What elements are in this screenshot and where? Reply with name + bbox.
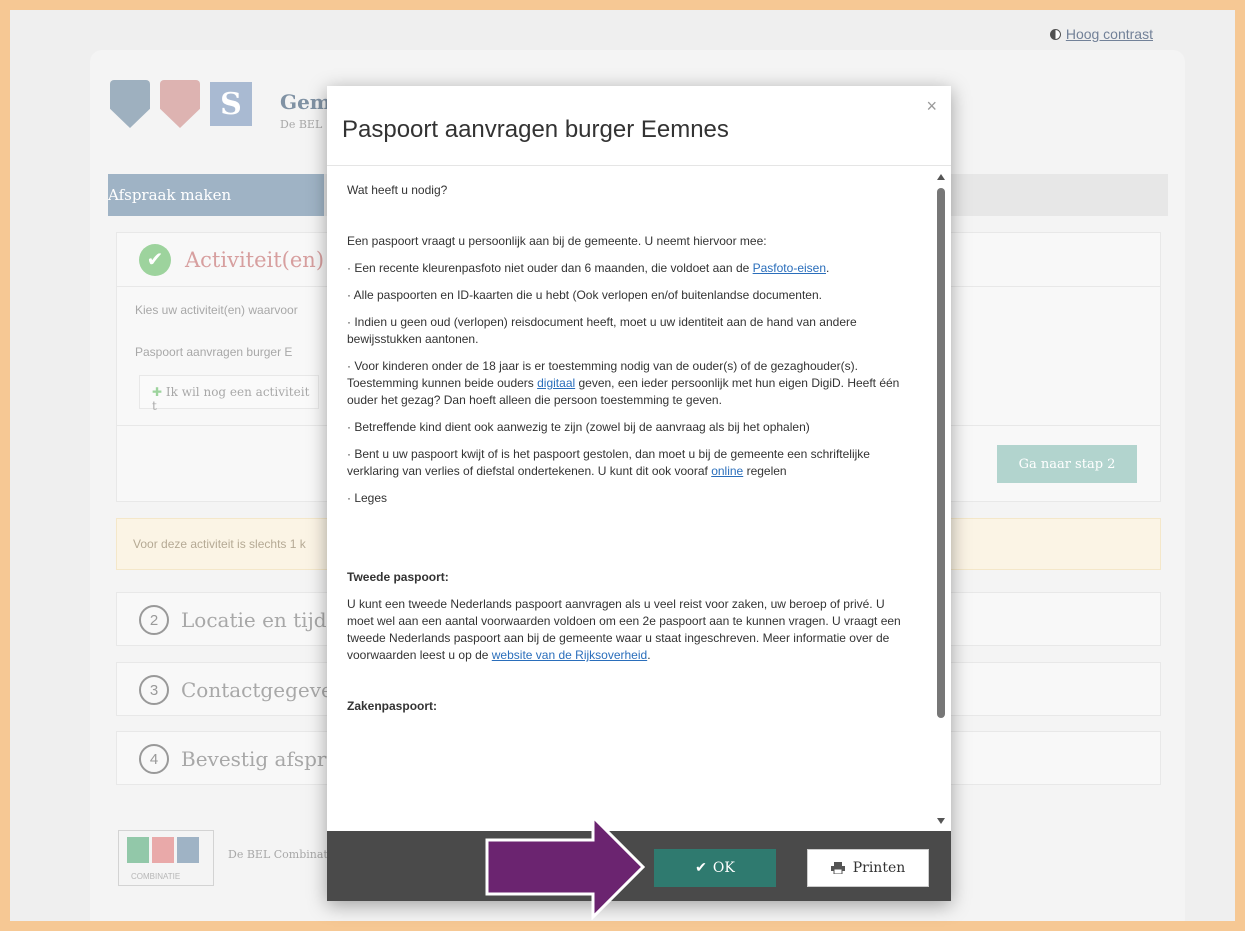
- requirement-item: · Bent u uw paspoort kwijt of is het pas…: [347, 447, 870, 478]
- requirement-item: · Indien u geen oud (verlopen) reisdocum…: [347, 315, 857, 346]
- info-modal: Paspoort aanvragen burger Eemnes × Wat h…: [327, 86, 951, 901]
- online-link[interactable]: online: [711, 464, 743, 478]
- requirement-item: · Een recente kleurenpasfoto niet ouder …: [347, 261, 830, 275]
- scroll-thumb[interactable]: [937, 188, 945, 718]
- rijksoverheid-link[interactable]: website van de Rijksoverheid: [492, 648, 647, 662]
- close-icon[interactable]: ×: [926, 96, 937, 117]
- modal-question: Wat heeft u nodig?: [347, 183, 448, 197]
- scroll-up-arrow-icon[interactable]: [937, 174, 945, 180]
- modal-scrollbar[interactable]: [934, 174, 948, 824]
- modal-intro: Een paspoort vraagt u persoonlijk aan bi…: [347, 234, 767, 248]
- modal-title: Paspoort aanvragen burger Eemnes: [342, 116, 729, 143]
- requirement-item: · Betreffende kind dient ook aanwezig te…: [347, 420, 810, 434]
- printer-icon: [830, 862, 845, 874]
- second-passport-text: U kunt een tweede Nederlands paspoort aa…: [347, 597, 901, 662]
- scroll-down-arrow-icon[interactable]: [937, 818, 945, 824]
- pasfoto-eisen-link[interactable]: Pasfoto-eisen: [753, 261, 826, 275]
- requirement-item: · Leges: [347, 491, 388, 505]
- checkmark-icon: ✔: [695, 860, 707, 876]
- digitaal-link[interactable]: digitaal: [537, 376, 575, 390]
- print-label: Printen: [852, 860, 906, 876]
- business-passport-heading: Zakenpaspoort:: [347, 699, 438, 713]
- print-button[interactable]: Printen: [807, 849, 929, 887]
- second-passport-heading: Tweede paspoort:: [347, 570, 449, 584]
- modal-body[interactable]: Wat heeft u nodig? Een paspoort vraagt u…: [327, 166, 951, 831]
- ok-button[interactable]: ✔ OK: [654, 849, 776, 887]
- requirement-item: · Voor kinderen onder de 18 jaar is er t…: [347, 359, 900, 407]
- modal-header: Paspoort aanvragen burger Eemnes ×: [327, 86, 951, 166]
- ok-label: OK: [712, 860, 735, 876]
- requirement-item: · Alle paspoorten en ID-kaarten die u he…: [347, 288, 822, 302]
- pointer-arrow-icon: [485, 815, 645, 920]
